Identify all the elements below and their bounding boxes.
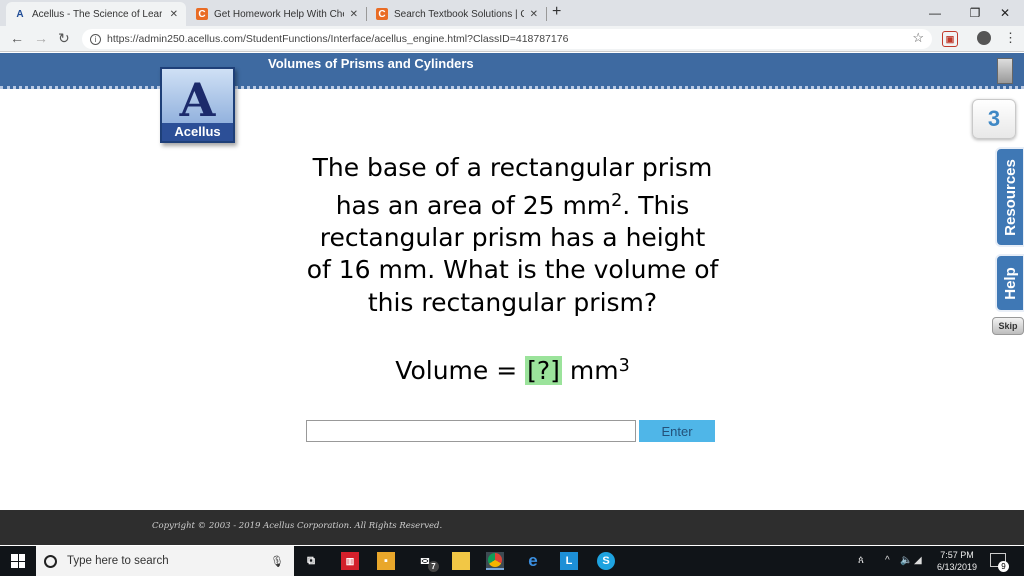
notification-badge: 9 — [998, 561, 1009, 572]
enter-button[interactable]: Enter — [639, 420, 715, 442]
tab-label: Acellus - The Science of Learning — [32, 8, 162, 20]
windows-start-icon[interactable] — [11, 554, 25, 568]
answer-unit-exponent: 3 — [618, 356, 630, 377]
browser-menu-icon[interactable]: ⋮ — [1004, 30, 1017, 46]
url-field[interactable]: i https://admin250.acellus.com/StudentFu… — [82, 29, 932, 49]
taskbar-search[interactable]: Type here to search 🎙 — [36, 546, 294, 576]
tab-acellus[interactable]: A Acellus - The Science of Learning ✕ — [6, 2, 186, 26]
app-red-icon[interactable]: ▥ — [341, 552, 359, 570]
question-text: The base of a rectangular prism has an a… — [290, 152, 735, 319]
question-line: rectangular prism has a height — [319, 222, 706, 252]
score-counter: 3 — [972, 99, 1016, 139]
profile-avatar-icon[interactable] — [977, 31, 991, 45]
question-line: has an area of 25 mm2. This — [335, 190, 690, 220]
info-icon[interactable]: i — [90, 33, 101, 45]
question-line: of 16 mm. What is the volume of — [306, 255, 719, 285]
answer-blank: [?] — [525, 356, 562, 385]
lesson-header: Volumes of Prisms and Cylinders — [0, 53, 1024, 89]
taskbar-search-placeholder: Type here to search — [67, 555, 169, 567]
question-line: this rectangular prism? — [367, 287, 658, 317]
address-bar-row: ← → ↻ i https://admin250.acellus.com/Stu… — [0, 26, 1024, 52]
close-tab-icon[interactable]: ✕ — [170, 9, 178, 20]
volume-icon[interactable]: 🔈 — [900, 555, 912, 566]
task-view-icon[interactable]: ⧉ — [302, 552, 320, 570]
clock-date: 6/13/2019 — [936, 562, 978, 572]
answer-input[interactable] — [306, 420, 636, 442]
skype-icon[interactable]: S — [597, 552, 615, 570]
acellus-logo: A Acellus — [160, 67, 235, 143]
answer-template: Volume = [?] mm3 — [290, 356, 735, 385]
edge-icon[interactable]: e — [524, 551, 542, 570]
acellus-a-mark-icon: A — [179, 73, 216, 127]
exit-door-icon[interactable] — [997, 58, 1013, 84]
app-l-icon[interactable]: L — [560, 552, 578, 570]
clock-time: 7:57 PM — [940, 550, 974, 560]
help-label: Help — [1001, 266, 1019, 300]
acellus-favicon-icon: A — [16, 8, 24, 20]
close-tab-icon[interactable]: ✕ — [530, 9, 538, 20]
chegg-favicon-icon: C — [196, 8, 208, 20]
resources-tab[interactable]: Resources — [995, 147, 1024, 247]
lesson-title: Volumes of Prisms and Cylinders — [268, 56, 474, 71]
copyright-text: Copyright © 2003 - 2019 Acellus Corporat… — [152, 521, 443, 531]
close-tab-icon[interactable]: ✕ — [350, 9, 358, 20]
tab-separator — [366, 7, 367, 21]
skip-button[interactable]: Skip — [992, 317, 1024, 335]
new-tab-plus-icon[interactable]: + — [552, 3, 561, 21]
tab-chegg-homework[interactable]: C Get Homework Help With Chegg ✕ — [188, 2, 366, 26]
answer-unit: mm — [561, 356, 619, 385]
windows-taskbar: Type here to search 🎙 ⧉ ▥ ▪ ✉ 7 e L S ጰ … — [0, 546, 1024, 576]
url-text: https://admin250.acellus.com/StudentFunc… — [107, 33, 569, 45]
tab-label: Get Homework Help With Chegg — [214, 8, 344, 20]
extension-icon[interactable]: ▣ — [942, 31, 958, 47]
question-line: The base of a rectangular prism — [312, 153, 713, 182]
store-bag-icon[interactable]: ▪ — [377, 552, 395, 570]
taskbar-clock[interactable]: 7:57 PM 6/13/2019 — [928, 549, 986, 573]
tab-chegg-textbook[interactable]: C Search Textbook Solutions | Chegg ✕ — [368, 2, 546, 26]
back-arrow-icon[interactable]: ← — [10, 30, 24, 46]
microphone-icon[interactable]: 🎙 — [270, 555, 284, 568]
resources-label: Resources — [1001, 158, 1019, 236]
chegg-favicon-icon: C — [376, 8, 388, 20]
help-tab[interactable]: Help — [995, 254, 1024, 312]
browser-tab-bar: A Acellus - The Science of Learning ✕ C … — [0, 0, 1024, 26]
forward-arrow-icon[interactable]: → — [34, 30, 48, 46]
tab-label: Search Textbook Solutions | Chegg — [394, 8, 524, 20]
answer-prefix: Volume = — [395, 356, 526, 385]
file-explorer-icon[interactable] — [452, 552, 470, 570]
people-icon[interactable]: ጰ — [858, 555, 864, 566]
chrome-icon[interactable] — [486, 552, 504, 570]
close-window-icon[interactable]: ✕ — [982, 0, 1024, 26]
logo-text: Acellus — [162, 123, 233, 141]
tray-chevron-up-icon[interactable]: ^ — [885, 555, 890, 566]
page-footer: Copyright © 2003 - 2019 Acellus Corporat… — [0, 510, 1024, 545]
wifi-icon[interactable]: ◢ — [914, 555, 922, 566]
cortana-circle-icon — [44, 554, 57, 568]
tab-separator — [546, 7, 547, 21]
bookmark-star-icon[interactable]: ☆ — [912, 30, 924, 46]
mail-badge: 7 — [428, 561, 439, 572]
reload-icon[interactable]: ↻ — [58, 30, 70, 47]
